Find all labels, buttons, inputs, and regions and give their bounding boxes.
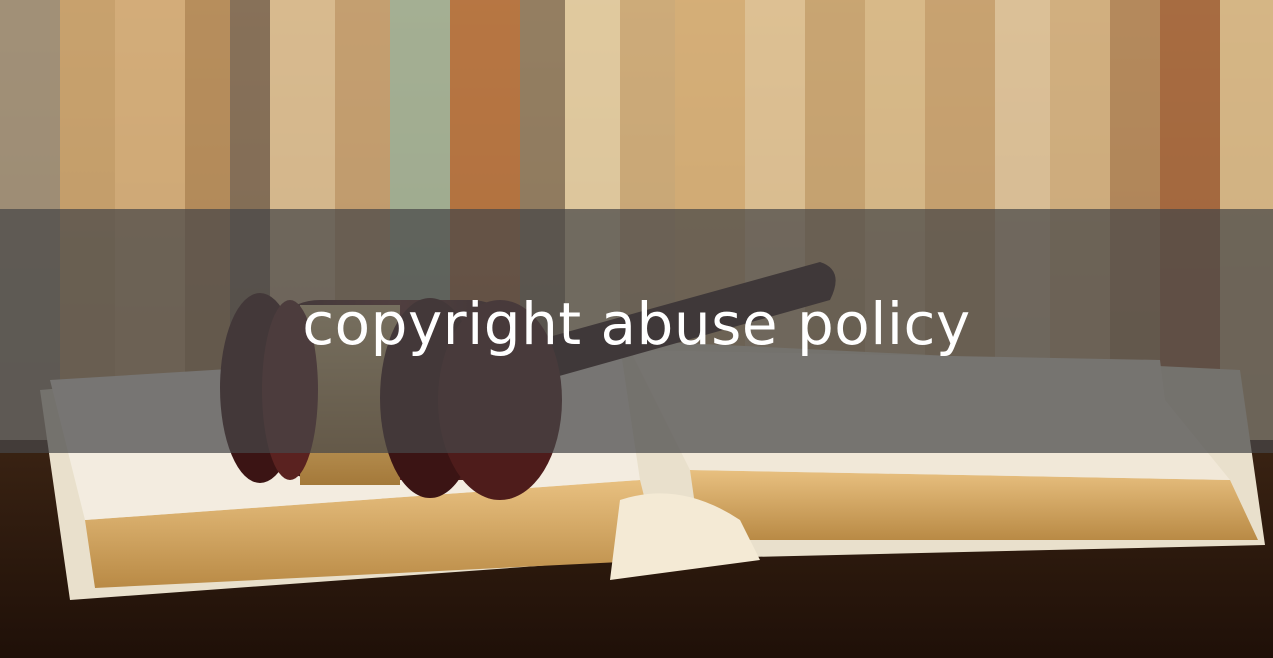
hero-banner: copyright abuse policy xyxy=(0,0,1273,658)
title-overlay-band: copyright abuse policy xyxy=(0,209,1273,453)
page-title: copyright abuse policy xyxy=(302,290,971,358)
